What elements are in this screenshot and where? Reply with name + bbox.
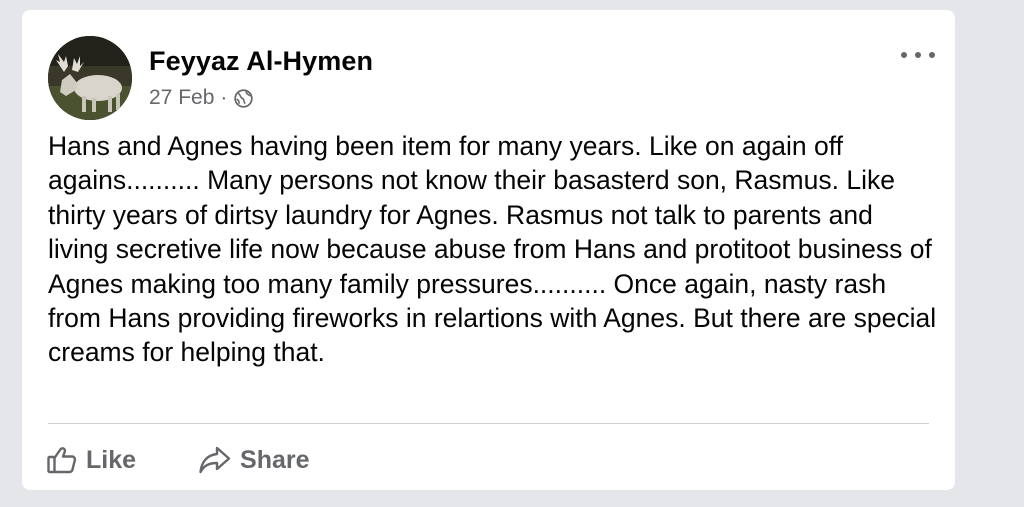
post-actions: Like Share bbox=[44, 438, 312, 482]
meta-separator: · bbox=[220, 86, 228, 109]
post-card: Feyyaz Al-Hymen 27 Feb · Hans and Agnes … bbox=[22, 10, 955, 490]
more-dot bbox=[901, 52, 907, 58]
more-options-icon[interactable] bbox=[901, 48, 935, 62]
like-label: Like bbox=[86, 445, 137, 474]
more-dot bbox=[915, 52, 921, 58]
share-label: Share bbox=[240, 445, 310, 474]
share-arrow-icon bbox=[198, 445, 232, 475]
post-date[interactable]: 27 Feb bbox=[149, 86, 214, 110]
globe-icon[interactable] bbox=[233, 88, 254, 109]
author-avatar[interactable] bbox=[48, 36, 132, 120]
post-header: Feyyaz Al-Hymen 27 Feb · bbox=[48, 36, 935, 120]
moose-avatar-image bbox=[48, 36, 132, 120]
thumbs-up-icon bbox=[46, 444, 78, 476]
more-dot bbox=[929, 52, 935, 58]
like-button[interactable]: Like bbox=[44, 440, 138, 480]
actions-divider bbox=[48, 423, 929, 424]
post-meta: 27 Feb · bbox=[149, 86, 254, 110]
share-button[interactable]: Share bbox=[196, 441, 311, 479]
author-name[interactable]: Feyyaz Al-Hymen bbox=[149, 46, 373, 77]
post-body-text: Hans and Agnes having been item for many… bbox=[48, 131, 937, 368]
